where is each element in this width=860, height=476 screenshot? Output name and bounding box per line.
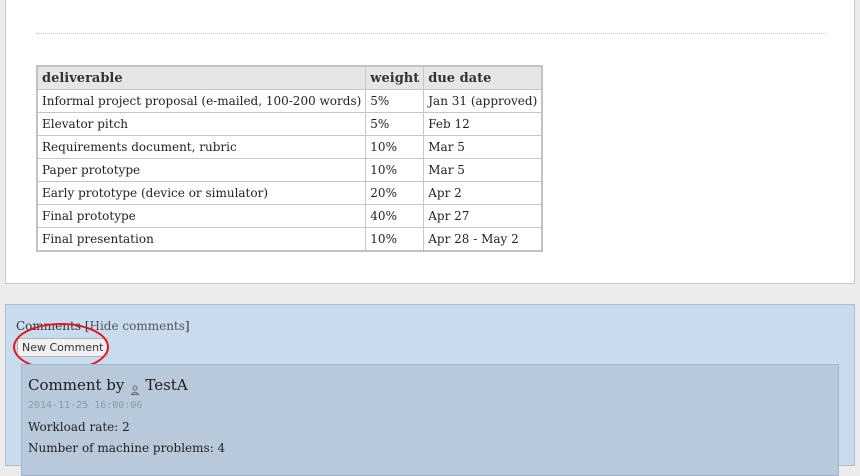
- content-card: deliverable weight due date Informal pro…: [5, 0, 855, 284]
- table-row: Final prototype 40% Apr 27: [36, 204, 543, 228]
- comment-item: Comment by TestA 2014-11-25 16:00:06 Wor…: [21, 364, 839, 476]
- column-header-deliverable: deliverable: [36, 65, 367, 90]
- cell-due-date: Apr 28 - May 2: [423, 227, 543, 252]
- comment-workload: Workload rate: 2: [28, 420, 130, 434]
- table-row: Requirements document, rubric 10% Mar 5: [36, 135, 543, 159]
- cell-deliverable: Elevator pitch: [36, 112, 367, 136]
- cell-deliverable: Early prototype (device or simulator): [36, 181, 367, 205]
- cell-deliverable: Final prototype: [36, 204, 367, 228]
- table-header-row: deliverable weight due date: [36, 65, 543, 90]
- table-row: Early prototype (device or simulator) 20…: [36, 181, 543, 205]
- cell-deliverable: Paper prototype: [36, 158, 367, 182]
- hide-comments-link[interactable]: Hide comments: [90, 319, 185, 333]
- dotted-divider: [36, 33, 826, 34]
- comments-header: Comments [Hide comments]: [16, 319, 190, 333]
- bracket-close: ]: [184, 319, 190, 333]
- cell-weight: 10%: [365, 135, 425, 159]
- cell-weight: 10%: [365, 158, 425, 182]
- deliverables-table: deliverable weight due date Informal pro…: [36, 65, 544, 252]
- cell-due-date: Jan 31 (approved): [423, 89, 543, 113]
- table-row: Final presentation 10% Apr 28 - May 2: [36, 227, 543, 252]
- cell-deliverable: Final presentation: [36, 227, 367, 252]
- table-row: Informal project proposal (e-mailed, 100…: [36, 89, 543, 113]
- comment-timestamp: 2014-11-25 16:00:06: [28, 400, 143, 411]
- new-comment-button[interactable]: New Comment: [17, 338, 109, 357]
- cell-weight: 10%: [365, 227, 425, 252]
- cell-due-date: Apr 2: [423, 181, 543, 205]
- cell-due-date: Mar 5: [423, 158, 543, 182]
- column-header-due-date: due date: [423, 65, 543, 90]
- cell-due-date: Feb 12: [423, 112, 543, 136]
- cell-weight: 5%: [365, 89, 425, 113]
- user-icon: [130, 381, 140, 395]
- comments-label: Comments: [16, 319, 81, 333]
- cell-weight: 40%: [365, 204, 425, 228]
- cell-due-date: Apr 27: [423, 204, 543, 228]
- table-row: Paper prototype 10% Mar 5: [36, 158, 543, 182]
- comments-panel: Comments [Hide comments] New Comment Com…: [5, 304, 855, 476]
- cell-due-date: Mar 5: [423, 135, 543, 159]
- cell-deliverable: Informal project proposal (e-mailed, 100…: [36, 89, 367, 113]
- cell-weight: 5%: [365, 112, 425, 136]
- comment-machine-problems: Number of machine problems: 4: [28, 441, 226, 455]
- cell-deliverable: Requirements document, rubric: [36, 135, 367, 159]
- comment-author[interactable]: TestA: [145, 376, 187, 394]
- cell-weight: 20%: [365, 181, 425, 205]
- comment-by-label: Comment by: [28, 376, 125, 394]
- table-row: Elevator pitch 5% Feb 12: [36, 112, 543, 136]
- comment-title: Comment by TestA: [28, 376, 188, 395]
- column-header-weight: weight: [365, 65, 425, 90]
